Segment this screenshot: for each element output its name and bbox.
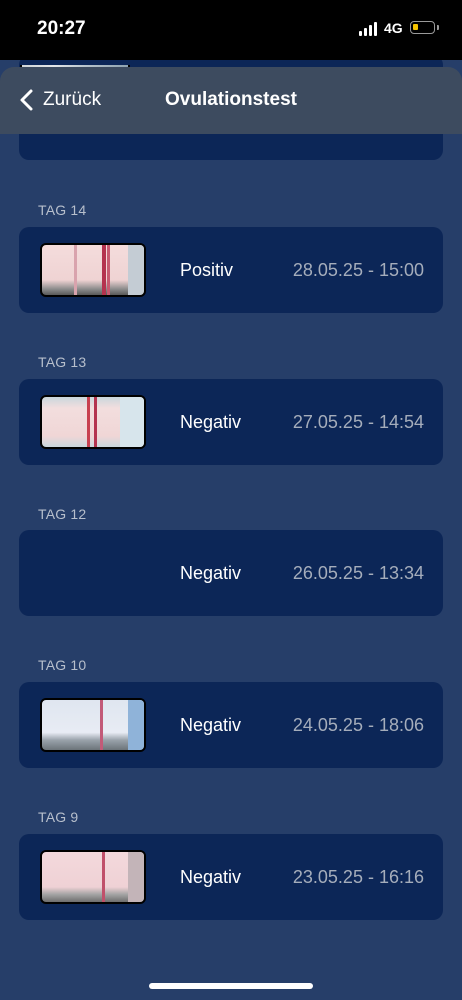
test-result: Negativ [180,563,242,583]
test-result: Negativ [180,715,242,735]
signal-icon [359,22,379,36]
home-indicator[interactable] [149,983,313,989]
status-time: 20:27 [37,18,86,39]
test-result: Negativ [180,867,242,887]
test-datetime: 28.05.25 - 15:00 [292,260,424,280]
test-entry-card[interactable]: Negativ 24.05.25 - 18:06 [19,682,443,768]
test-datetime: 24.05.25 - 18:06 [292,715,424,735]
test-datetime: 23.05.25 - 16:16 [292,867,424,887]
battery-icon [410,21,435,34]
test-datetime: 27.05.25 - 14:54 [292,412,424,432]
day-label: TAG 14 [38,202,87,218]
day-label: TAG 9 [38,809,79,825]
test-strip-photo [40,698,146,752]
test-result: Negativ [180,412,242,432]
network-type: 4G [384,20,403,36]
test-strip-photo [40,243,146,297]
test-entry-card[interactable]: Negativ 27.05.25 - 14:54 [19,379,443,465]
day-label: TAG 12 [38,506,87,522]
test-entry-card[interactable]: Positiv 28.05.25 - 15:00 [19,227,443,313]
test-strip-photo [40,850,146,904]
test-strip-photo [40,395,146,449]
battery-cap [437,25,439,30]
test-datetime: 26.05.25 - 13:34 [292,563,424,583]
test-entry-card[interactable]: Negativ 26.05.25 - 13:34 [19,530,443,616]
test-result: Positiv [180,260,234,280]
day-label: TAG 10 [38,657,87,673]
navigation-bar: Zurück Ovulationstest [0,67,462,134]
page-title: Ovulationstest [165,89,297,110]
day-label: TAG 13 [38,354,87,370]
status-bar: 20:27 4G [0,0,462,60]
test-entry-card[interactable]: Negativ 23.05.25 - 16:16 [19,834,443,920]
